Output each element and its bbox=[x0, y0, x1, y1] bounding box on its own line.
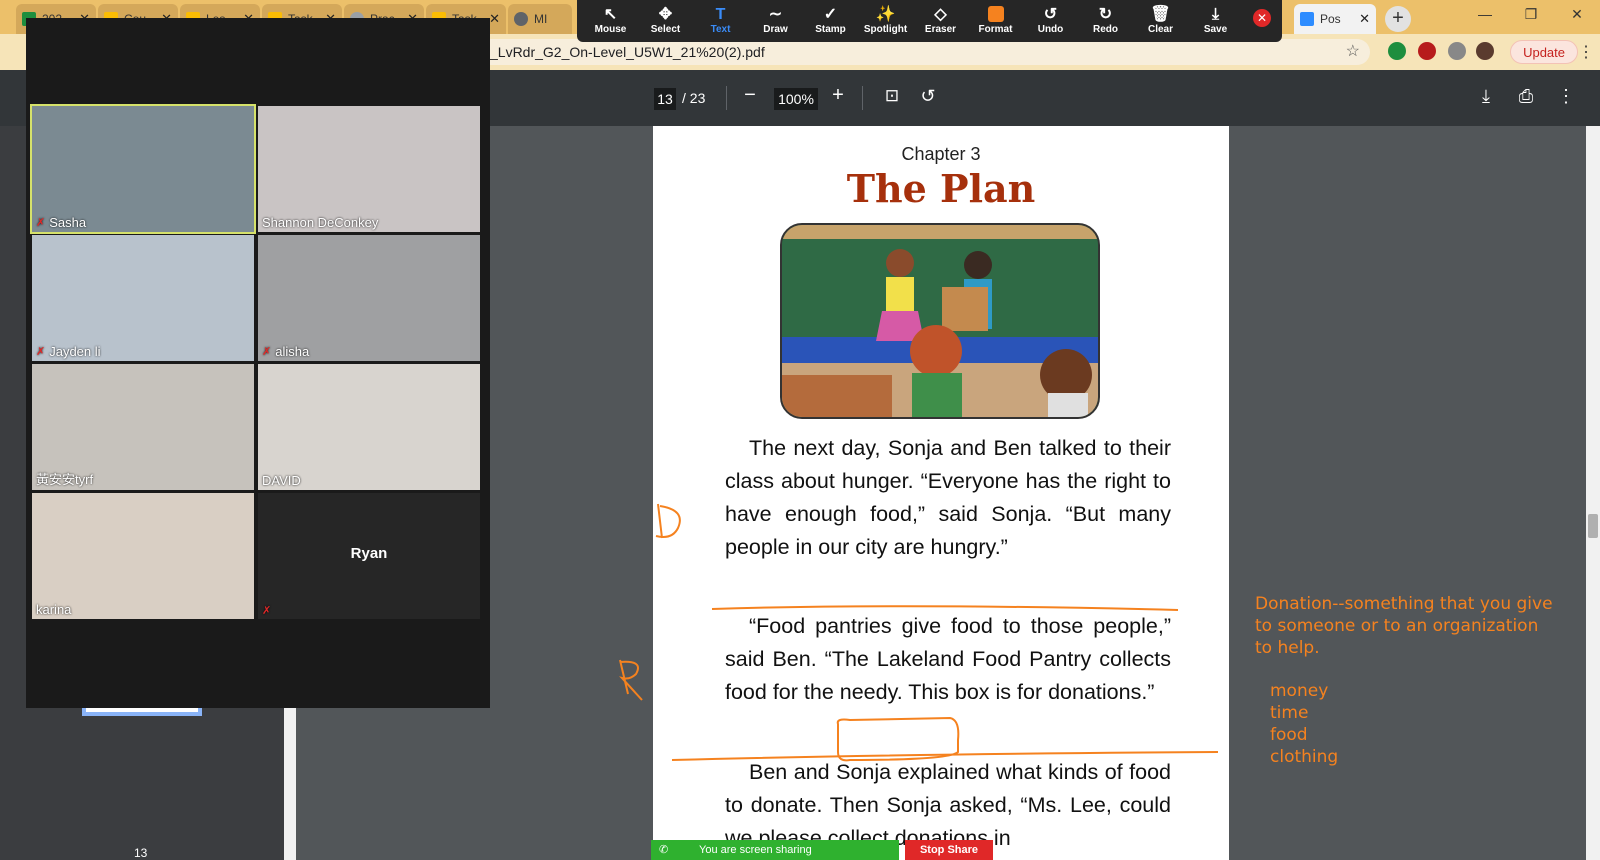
save-icon: ⤓ bbox=[1211, 6, 1220, 23]
print-icon[interactable]: ⎙ bbox=[1514, 86, 1538, 107]
divider bbox=[726, 86, 727, 110]
muted-mic-icon: ✗ bbox=[262, 346, 272, 358]
ublock-icon[interactable] bbox=[1418, 42, 1436, 60]
participant-tile[interactable]: ✗ alisha bbox=[258, 235, 480, 361]
wand-icon: ✨ bbox=[875, 6, 896, 23]
extension-icon[interactable] bbox=[1388, 42, 1406, 60]
redo-tool[interactable]: ↻ Redo bbox=[1078, 0, 1133, 42]
new-tab-button[interactable]: + bbox=[1385, 6, 1411, 32]
page-scrollbar[interactable] bbox=[1586, 126, 1600, 860]
zoom-icon bbox=[1300, 12, 1314, 26]
paragraph: The next day, Sonja and Ben talked to th… bbox=[725, 436, 1171, 559]
eraser-icon: ◇ bbox=[934, 6, 947, 23]
zoom-out-icon[interactable]: − bbox=[738, 84, 762, 107]
checkmark-icon: ✓ bbox=[823, 6, 838, 23]
clear-tool[interactable]: 🗑 Clear bbox=[1133, 0, 1188, 42]
definition-note: Donation--something that you give to som… bbox=[1255, 594, 1553, 658]
browser-tab-active[interactable]: Pos ✕ bbox=[1294, 4, 1376, 34]
participant-tile[interactable]: DAVID bbox=[258, 364, 480, 490]
squiggle-icon: ∼ bbox=[768, 6, 783, 23]
more-options-icon[interactable]: ⋮ bbox=[1554, 86, 1578, 107]
thumbnail-page-number: 13 bbox=[134, 846, 148, 860]
muted-mic-icon: ✗ bbox=[36, 346, 46, 358]
undo-icon: ↺ bbox=[1043, 6, 1058, 23]
save-tool[interactable]: ⤓ Save bbox=[1188, 0, 1243, 42]
participant-tile[interactable]: Shannon DeConkey bbox=[258, 106, 480, 232]
update-button[interactable]: Update bbox=[1510, 40, 1578, 64]
url-field[interactable]: _LvRdr_G2_On-Level_U5W1_21%20(2).pdf ☆ bbox=[478, 39, 1370, 65]
classroom-illustration bbox=[780, 223, 1100, 419]
close-annotation-icon[interactable]: ✕ bbox=[1253, 9, 1271, 27]
page-number-input[interactable]: 13 bbox=[654, 88, 676, 110]
example-list: money time food clothing bbox=[1270, 681, 1339, 767]
format-tool[interactable]: Format bbox=[968, 0, 1023, 42]
mouse-tool[interactable]: ↖ Mouse bbox=[583, 0, 638, 42]
redo-icon: ↻ bbox=[1098, 6, 1113, 23]
participant-tile[interactable]: 黃安安tyrf bbox=[32, 364, 254, 490]
text-tool[interactable]: T Text bbox=[693, 0, 748, 42]
extensions-puzzle-icon[interactable] bbox=[1448, 42, 1466, 60]
window-controls: — ❐ ✕ bbox=[1462, 0, 1600, 30]
muted-mic-icon: ✗ bbox=[36, 217, 46, 229]
move-icon: ✥ bbox=[658, 6, 673, 23]
undo-tool[interactable]: ↺ Undo bbox=[1023, 0, 1078, 42]
zoom-level-input[interactable]: 100% bbox=[774, 88, 818, 110]
minimize-icon[interactable]: — bbox=[1462, 0, 1508, 30]
page-total: / 23 bbox=[682, 90, 706, 106]
participant-tile[interactable]: ✗ Sasha bbox=[30, 104, 256, 234]
annotation-toolbar: ↖ Mouse ✥ Select T Text ∼ Draw ✓ Stamp ✨ Spotl… bbox=[577, 0, 1282, 42]
restore-icon[interactable]: ❐ bbox=[1508, 0, 1554, 30]
fit-page-icon[interactable]: ⊡ bbox=[880, 86, 904, 106]
browser-menu-icon[interactable]: ⋮ bbox=[1578, 42, 1594, 62]
letter-r-annotation bbox=[619, 659, 643, 701]
pdf-page: Chapter 3 The Plan The next day, Sonja a… bbox=[653, 126, 1229, 860]
text-icon: T bbox=[715, 6, 726, 23]
participant-tile[interactable]: ✗ Jayden li bbox=[32, 235, 254, 361]
scrollbar-thumb[interactable] bbox=[1588, 514, 1598, 538]
chapter-title: The Plan bbox=[846, 166, 1036, 211]
eraser-tool[interactable]: ◇ Eraser bbox=[913, 0, 968, 42]
chapter-label: Chapter 3 bbox=[901, 144, 981, 164]
cursor-icon: ↖ bbox=[603, 6, 618, 23]
bookmark-star-icon[interactable]: ☆ bbox=[1346, 39, 1360, 65]
close-window-icon[interactable]: ✕ bbox=[1554, 0, 1600, 30]
stop-share-button[interactable]: Stop Share bbox=[905, 840, 993, 860]
participant-tile[interactable]: karina bbox=[32, 493, 254, 619]
rotate-icon[interactable]: ↺ bbox=[916, 86, 940, 107]
select-tool[interactable]: ✥ Select bbox=[638, 0, 693, 42]
stamp-tool[interactable]: ✓ Stamp bbox=[803, 0, 858, 42]
divider bbox=[862, 86, 863, 110]
draw-tool[interactable]: ∼ Draw bbox=[748, 0, 803, 42]
phone-icon: ✆ bbox=[659, 844, 669, 856]
paragraph: “Food pantries give food to those people… bbox=[725, 614, 1171, 704]
zoom-in-icon[interactable]: + bbox=[826, 84, 850, 107]
spotlight-tool[interactable]: ✨ Spotlight bbox=[858, 0, 913, 42]
muted-mic-icon: ✗ bbox=[262, 605, 272, 617]
browser-tab[interactable]: MI bbox=[508, 4, 572, 34]
participant-tile[interactable]: Ryan ✗ bbox=[258, 493, 480, 619]
trash-icon: 🗑 bbox=[1150, 6, 1171, 23]
video-gallery: ✗ Sasha Shannon DeConkey ✗ Jayden li ✗ alis… bbox=[26, 18, 490, 708]
globe-icon bbox=[514, 12, 528, 26]
avatar[interactable] bbox=[1476, 42, 1494, 60]
screen-sharing-banner: ✆ You are screen sharing bbox=[651, 840, 899, 860]
close-icon[interactable]: ✕ bbox=[1355, 11, 1370, 27]
download-icon[interactable]: ⤓ bbox=[1474, 86, 1498, 107]
color-swatch-icon bbox=[987, 6, 1004, 22]
